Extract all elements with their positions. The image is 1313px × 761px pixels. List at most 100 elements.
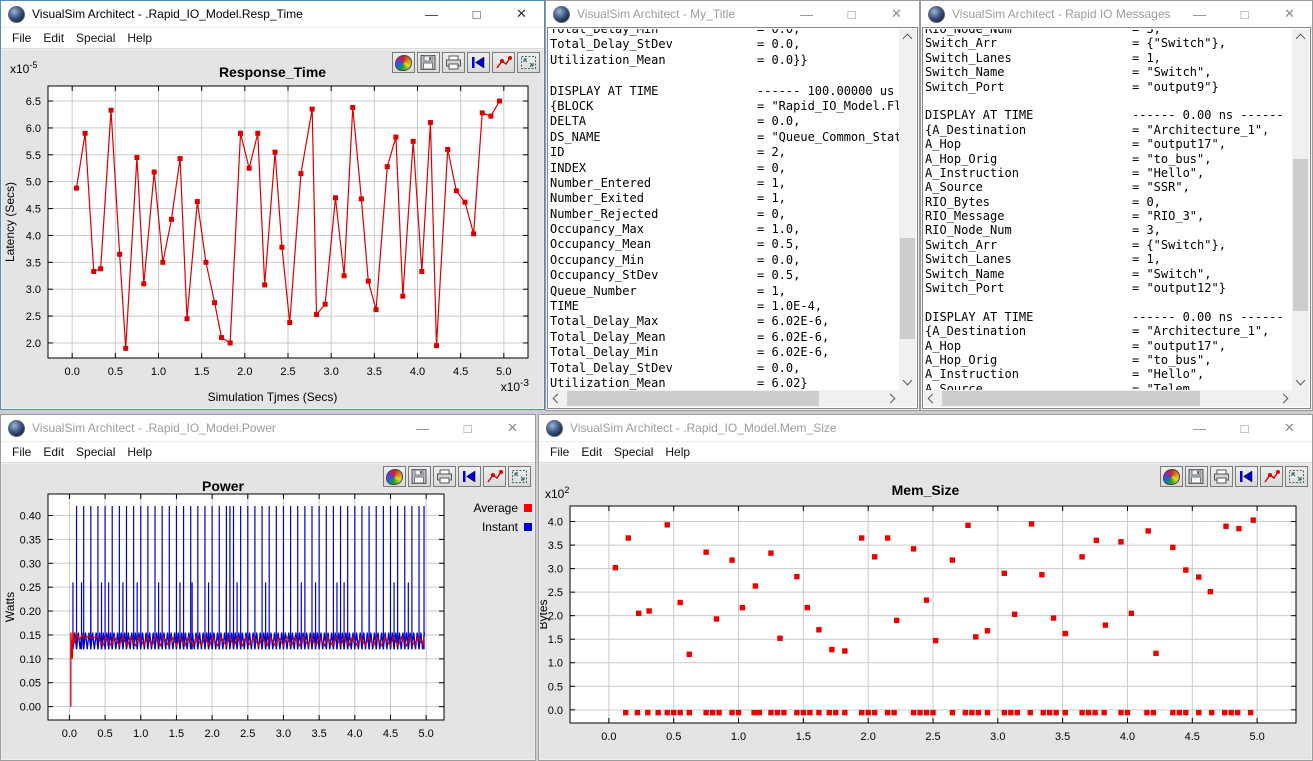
vertical-scrollbar[interactable] [899,29,916,390]
close-button[interactable]: ✕ [1267,1,1312,27]
svg-text:1.5: 1.5 [169,728,184,740]
fullscreen-button[interactable] [508,466,531,487]
message-line: Total_Delay_StDev= 0.0, [550,361,899,376]
minimize-button[interactable]: — [400,415,445,441]
color-palette-button[interactable] [392,52,415,73]
save-button[interactable] [417,52,440,73]
message-line: RIO_Node_Num= 3, [925,29,1292,36]
svg-text:1.0: 1.0 [731,731,746,743]
maximize-button[interactable]: □ [454,1,499,27]
minimize-button[interactable]: — [784,1,829,27]
chart-legend: Average Instant [444,498,532,536]
minimize-button[interactable]: — [1177,415,1222,441]
message-line: Total_Delay_StDev= 0.0, [550,37,899,52]
mem-size-chart[interactable]: 0.00.51.01.52.02.53.03.54.00.00.51.01.52… [540,464,1311,759]
svg-text:1.5: 1.5 [548,634,563,646]
color-palette-button[interactable] [383,466,406,487]
svg-text:0.35: 0.35 [20,534,41,546]
print-button[interactable] [433,466,456,487]
close-button[interactable]: ✕ [874,1,919,27]
save-icon [411,469,428,484]
titlebar[interactable]: VisualSim Architect - .Rapid_IO_Model.Re… [1,1,544,27]
message-line: Total_Delay_Mean= 6.02E-6, [550,330,899,345]
plot-toolbar [1160,466,1308,487]
scroll-right-icon[interactable] [886,394,896,404]
menu-help[interactable]: Help [123,445,160,459]
svg-text:2.5: 2.5 [548,587,563,599]
go-to-first-button[interactable] [458,466,481,487]
close-button[interactable]: ✕ [499,1,544,27]
titlebar[interactable]: VisualSim Architect - .Rapid_IO_Model.Po… [1,415,535,441]
scroll-down-icon[interactable] [903,376,913,386]
scrollbar-thumb[interactable] [1293,159,1308,311]
svg-text:2.0: 2.0 [861,731,876,743]
scroll-up-icon[interactable] [1296,34,1306,44]
save-button[interactable] [408,466,431,487]
plot-settings-button[interactable] [492,52,515,73]
minimize-button[interactable]: — [1177,1,1222,27]
response-time-chart[interactable]: 2.02.53.03.54.04.55.05.56.06.50.00.51.01… [2,50,543,408]
print-button[interactable] [1210,466,1233,487]
menu-edit[interactable]: Edit [577,445,610,459]
maximize-button[interactable]: □ [829,1,874,27]
fullscreen-icon [520,55,537,70]
horizontal-scrollbar[interactable] [549,390,899,407]
print-button[interactable] [442,52,465,73]
menu-edit[interactable]: Edit [39,445,72,459]
scroll-right-icon[interactable] [1279,394,1289,404]
scroll-left-icon[interactable] [928,394,938,404]
save-button[interactable] [1185,466,1208,487]
menu-help[interactable]: Help [661,445,698,459]
svg-text:4.5: 4.5 [1185,731,1200,743]
horizontal-scrollbar[interactable] [924,390,1292,407]
menu-file[interactable]: File [8,445,39,459]
maximize-button[interactable]: □ [1222,415,1267,441]
message-line: {BLOCK= "Rapid_IO_Model.Fli [550,99,899,114]
vertical-scrollbar[interactable] [1292,29,1309,390]
titlebar[interactable]: VisualSim Architect - Rapid IO Messages … [921,1,1312,27]
close-button[interactable]: ✕ [1267,415,1312,441]
plot-settings-button[interactable] [483,466,506,487]
go-to-first-button[interactable] [1235,466,1258,487]
color-palette-button[interactable] [1160,466,1183,487]
svg-text:2.5: 2.5 [240,728,255,740]
color-palette-icon [395,55,412,71]
menu-edit[interactable]: Edit [39,31,72,45]
svg-text:0.0: 0.0 [65,366,80,378]
maximize-button[interactable]: □ [445,415,490,441]
print-icon [436,469,453,484]
svg-text:0.40: 0.40 [20,511,41,523]
save-icon [420,55,437,70]
menu-file[interactable]: File [546,445,577,459]
scrollbar-thumb[interactable] [942,391,1200,406]
scroll-down-icon[interactable] [1296,376,1306,386]
scroll-left-icon[interactable] [553,394,563,404]
message-line: RIO_Node_Num= 3, [925,223,1292,237]
menu-special[interactable]: Special [72,31,123,45]
maximize-button[interactable]: □ [1222,1,1267,27]
message-line: A_Hop_Orig= "to_bus", [925,353,1292,367]
titlebar[interactable]: VisualSim Architect - .Rapid_IO_Model.Me… [539,415,1312,441]
go-to-first-button[interactable] [467,52,490,73]
svg-text:3.0: 3.0 [548,564,563,576]
plot-settings-button[interactable] [1260,466,1283,487]
fullscreen-button[interactable] [1285,466,1308,487]
message-line: Occupancy_StDev= 0.5, [550,268,899,283]
scrollbar-thumb[interactable] [567,391,819,406]
titlebar[interactable]: VisualSim Architect - My_Title — □ ✕ [546,1,919,27]
scrollbar-thumb[interactable] [900,238,915,339]
plot-panel: x102 Mem_Size 0.00.51.01.52.02.53.03.54.… [540,464,1311,759]
message-line: Switch_Lanes= 1, [925,51,1292,65]
svg-text:3.0: 3.0 [990,731,1005,743]
menu-special[interactable]: Special [72,445,123,459]
fullscreen-button[interactable] [517,52,540,73]
message-line: Queue_Number= 1, [550,284,899,299]
svg-text:4.0: 4.0 [347,728,362,740]
menu-special[interactable]: Special [610,445,661,459]
menu-help[interactable]: Help [123,31,160,45]
plot-settings-icon [1263,469,1280,484]
minimize-button[interactable]: — [409,1,454,27]
close-button[interactable]: ✕ [490,415,535,441]
menu-file[interactable]: File [8,31,39,45]
scroll-up-icon[interactable] [903,34,913,44]
